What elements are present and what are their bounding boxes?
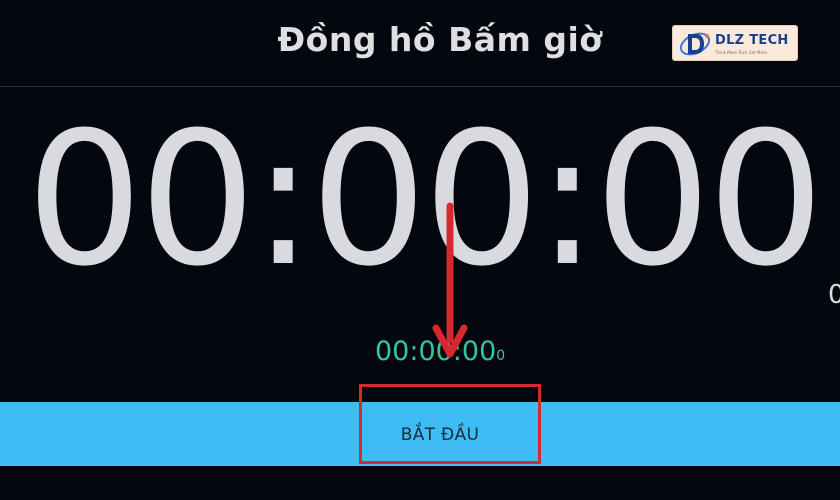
bottom-strip: [0, 466, 840, 500]
stopwatch-main-display: 00:00:00: [26, 93, 824, 307]
sub-time-value: 00:00:00: [375, 336, 497, 367]
header: Đồng hồ Bấm giờ DLZ TECH Think More Tech…: [0, 0, 840, 87]
sub-time-ms: 0: [496, 348, 506, 364]
start-button[interactable]: BẮT ĐẦU: [0, 402, 840, 466]
start-button-label: BẮT ĐẦU: [400, 425, 480, 445]
dlz-tech-logo: DLZ TECH Think More Tech Get More: [672, 25, 798, 61]
logo-text: DLZ TECH: [715, 33, 789, 48]
logo-tagline: Think More Tech Get More: [715, 50, 767, 55]
dlz-logo-mark-icon: [679, 32, 711, 56]
stopwatch-sub-display: 00:00:000: [375, 336, 505, 367]
stopwatch-main-ms: 0: [828, 280, 840, 310]
